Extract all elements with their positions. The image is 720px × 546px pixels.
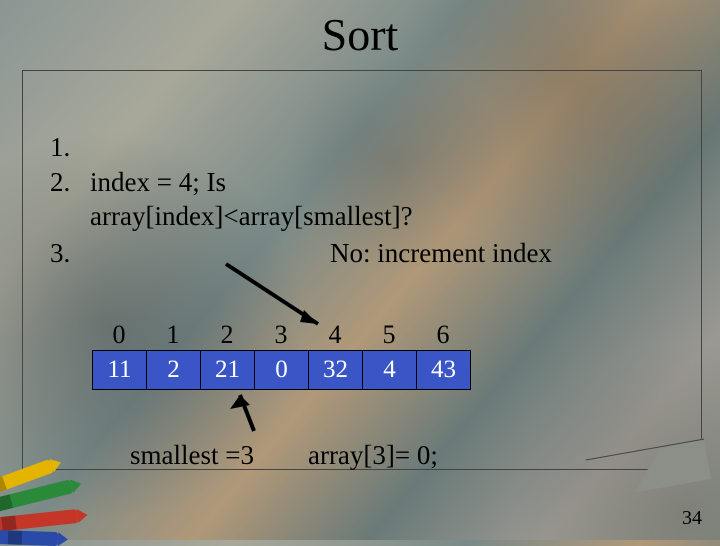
index-label: 5 <box>362 320 416 350</box>
step-number: 3. <box>50 236 90 271</box>
array-cell: 0 <box>255 351 309 389</box>
array-cell: 32 <box>309 351 363 389</box>
step-1: 1. <box>50 130 690 165</box>
array-cells: 11 2 21 0 32 4 43 <box>92 350 471 390</box>
index-label: 4 <box>308 320 362 350</box>
index-label: 3 <box>254 320 308 350</box>
array-indices: 0 1 2 3 4 5 6 <box>92 320 471 350</box>
steps-list: 1. 2. index = 4; Is array[index]<array[s… <box>50 130 690 270</box>
crayons-decoration <box>0 464 106 544</box>
array-diagram: 0 1 2 3 4 5 6 11 2 21 0 32 4 43 <box>92 320 471 390</box>
crayon-icon <box>0 530 58 546</box>
crayon-icon <box>0 509 78 532</box>
index-label: 0 <box>92 320 146 350</box>
step-2: 2. index = 4; Is array[index]<array[smal… <box>50 165 690 234</box>
array-cell: 21 <box>201 351 255 389</box>
index-label: 2 <box>200 320 254 350</box>
array-cell: 4 <box>363 351 417 389</box>
array-cell: 2 <box>147 351 201 389</box>
step-number: 1. <box>50 130 90 165</box>
array-value-label: array[3]= 0; <box>308 440 438 471</box>
step-2-line-1: index = 4; Is <box>90 165 690 200</box>
page-title: Sort <box>0 8 720 61</box>
array-cell: 11 <box>93 351 147 389</box>
step-3: 3. No: increment index <box>50 236 690 271</box>
array-cell: 43 <box>417 351 470 389</box>
smallest-label: smallest =3 <box>130 440 254 471</box>
index-label: 6 <box>416 320 470 350</box>
step-3-text: No: increment index <box>90 236 690 271</box>
up-arrow-icon <box>226 387 266 433</box>
index-label: 1 <box>146 320 200 350</box>
step-number: 2. <box>50 165 90 234</box>
slide-number: 34 <box>682 507 702 530</box>
bottom-annotations: smallest =3 array[3]= 0; <box>130 440 438 471</box>
step-2-line-2: array[index]<array[smallest]? <box>90 199 690 234</box>
